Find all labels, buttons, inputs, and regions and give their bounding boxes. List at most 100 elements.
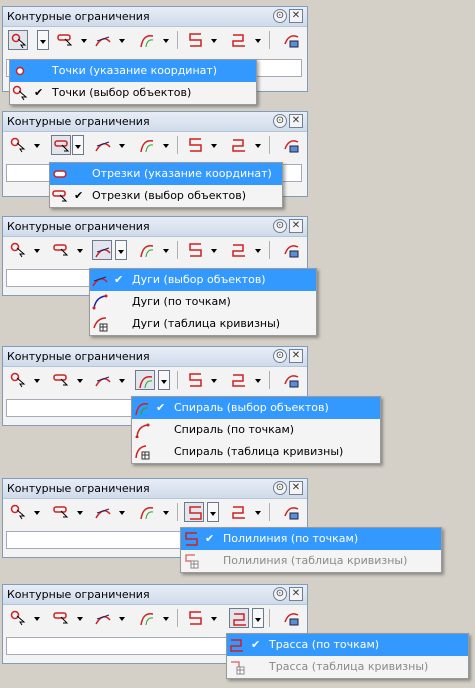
menu-item[interactable]: Дуги (таблица кривизны) [90, 313, 316, 335]
spiral-dropdown[interactable] [161, 608, 171, 628]
menu-item[interactable]: Спираль (по точкам) [132, 419, 380, 441]
title-bar[interactable]: Контурные ограничения ⊙ ✕ [3, 479, 307, 499]
title-bar[interactable]: Контурные ограничения ⊙ ✕ [3, 217, 307, 237]
settings-button[interactable] [281, 240, 301, 260]
title-bar[interactable]: Контурные ограничения ⊙ ✕ [3, 112, 307, 132]
menu-item[interactable]: Дуги (по точкам) [90, 291, 316, 313]
pin-icon[interactable]: ⊙ [273, 587, 287, 601]
polyline-dropdown[interactable] [209, 370, 219, 390]
arcs-dropdown[interactable] [117, 30, 127, 50]
segments-dropdown[interactable] [75, 608, 85, 628]
route-button[interactable] [229, 502, 249, 522]
arcs-button[interactable] [93, 502, 113, 522]
route-button[interactable] [229, 370, 249, 390]
spiral-button[interactable] [137, 135, 157, 155]
segments-button[interactable] [51, 608, 71, 628]
points-dropdown[interactable] [32, 135, 42, 155]
menu-item[interactable]: Отрезки (указание координат) [50, 163, 282, 185]
pin-icon[interactable]: ⊙ [273, 219, 287, 233]
arcs-button[interactable] [93, 608, 113, 628]
polyline-dropdown[interactable] [209, 240, 219, 260]
spiral-button[interactable] [137, 608, 157, 628]
title-bar[interactable]: Контурные ограничения ⊙ ✕ [3, 7, 307, 27]
arcs-dropdown[interactable] [117, 502, 127, 522]
spiral-button[interactable] [137, 502, 157, 522]
spiral-button[interactable] [137, 240, 157, 260]
polyline-dropdown[interactable] [209, 135, 219, 155]
settings-button[interactable] [281, 502, 301, 522]
settings-button[interactable] [281, 370, 301, 390]
segments-dropdown[interactable] [75, 240, 85, 260]
polyline-button[interactable] [185, 608, 205, 628]
segments-button[interactable] [55, 30, 75, 50]
menu-item[interactable]: Точки (указание координат) [10, 60, 256, 82]
route-dropdown[interactable] [253, 240, 263, 260]
route-button[interactable] [229, 30, 249, 50]
points-button[interactable] [8, 240, 28, 260]
spiral-button[interactable] [135, 370, 155, 390]
settings-button[interactable] [281, 135, 301, 155]
menu-item[interactable]: ✔ Дуги (выбор объектов) [90, 269, 316, 291]
menu-item[interactable]: ✔ Полилиния (по точкам) [181, 528, 441, 550]
pin-icon[interactable]: ⊙ [273, 114, 287, 128]
route-dropdown[interactable] [253, 135, 263, 155]
menu-item[interactable]: ✔ Отрезки (выбор объектов) [50, 185, 282, 207]
settings-button[interactable] [281, 608, 301, 628]
points-dropdown[interactable] [32, 608, 42, 628]
polyline-button[interactable] [185, 240, 205, 260]
points-button[interactable] [8, 135, 28, 155]
spiral-dropdown[interactable] [161, 240, 171, 260]
pin-icon[interactable]: ⊙ [273, 349, 287, 363]
polyline-dropdown[interactable] [209, 608, 219, 628]
arcs-dropdown[interactable] [115, 240, 127, 260]
arcs-dropdown[interactable] [117, 370, 127, 390]
segments-button[interactable] [51, 502, 71, 522]
close-icon[interactable]: ✕ [289, 9, 303, 23]
title-bar[interactable]: Контурные ограничения ⊙ ✕ [3, 347, 307, 367]
polyline-dropdown[interactable] [207, 502, 219, 522]
segments-dropdown[interactable] [75, 370, 85, 390]
route-button[interactable] [229, 608, 249, 628]
polyline-button[interactable] [185, 370, 205, 390]
route-dropdown[interactable] [253, 30, 263, 50]
route-dropdown[interactable] [253, 370, 263, 390]
polyline-dropdown[interactable] [209, 30, 219, 50]
segments-button[interactable] [51, 135, 71, 155]
arcs-dropdown[interactable] [117, 135, 127, 155]
spiral-button[interactable] [137, 30, 157, 50]
points-dropdown[interactable] [32, 370, 42, 390]
segments-dropdown[interactable] [72, 135, 84, 155]
points-dropdown[interactable] [37, 30, 49, 50]
points-button[interactable] [8, 30, 28, 50]
segments-button[interactable] [51, 370, 71, 390]
pin-icon[interactable]: ⊙ [273, 481, 287, 495]
arcs-dropdown[interactable] [117, 608, 127, 628]
segments-button[interactable] [51, 240, 71, 260]
route-dropdown[interactable] [252, 608, 264, 628]
route-button[interactable] [229, 135, 249, 155]
spiral-dropdown[interactable] [158, 370, 170, 390]
points-button[interactable] [8, 370, 28, 390]
spiral-dropdown[interactable] [161, 135, 171, 155]
close-icon[interactable]: ✕ [289, 219, 303, 233]
polyline-button[interactable] [185, 30, 205, 50]
arcs-button[interactable] [93, 370, 113, 390]
close-icon[interactable]: ✕ [289, 349, 303, 363]
menu-item[interactable]: ✔ Трасса (по точкам) [227, 634, 468, 656]
title-bar[interactable]: Контурные ограничения ⊙ ✕ [3, 585, 307, 605]
close-icon[interactable]: ✕ [289, 481, 303, 495]
points-button[interactable] [8, 608, 28, 628]
polyline-button[interactable] [185, 135, 205, 155]
arcs-button[interactable] [93, 30, 113, 50]
close-icon[interactable]: ✕ [289, 587, 303, 601]
arcs-button[interactable] [93, 135, 113, 155]
pin-icon[interactable]: ⊙ [273, 9, 287, 23]
spiral-dropdown[interactable] [161, 502, 171, 522]
segments-dropdown[interactable] [75, 502, 85, 522]
settings-button[interactable] [281, 30, 301, 50]
points-dropdown[interactable] [32, 502, 42, 522]
points-dropdown[interactable] [32, 240, 42, 260]
menu-item[interactable]: ✔ Точки (выбор объектов) [10, 82, 256, 104]
menu-item[interactable]: ✔ Спираль (выбор объектов) [132, 397, 380, 419]
route-dropdown[interactable] [253, 502, 263, 522]
